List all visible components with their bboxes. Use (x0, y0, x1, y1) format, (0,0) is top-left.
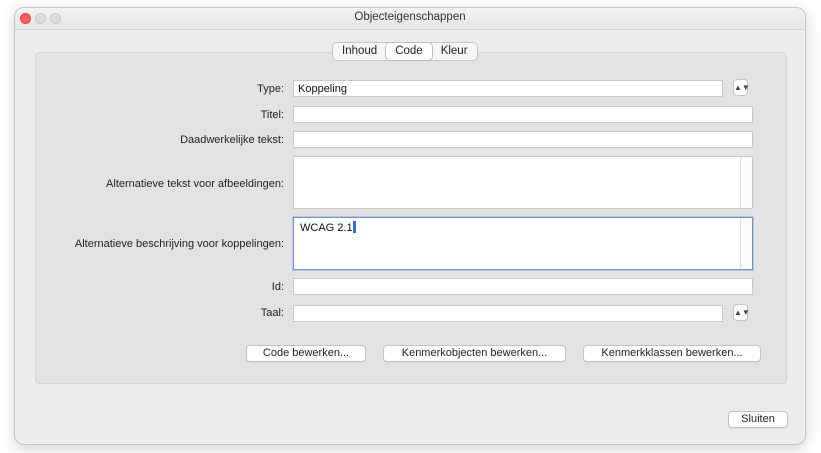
id-input[interactable] (293, 278, 753, 295)
alt-text-images-scrollbar[interactable] (740, 157, 752, 208)
type-select[interactable]: Koppeling (293, 80, 723, 97)
language-select[interactable] (293, 305, 723, 322)
actual-text-label: Daadwerkelijke tekst: (180, 134, 284, 146)
alt-desc-links-value: WCAG 2.1 (300, 222, 353, 234)
language-stepper-icon[interactable]: ▲▼ (733, 304, 750, 321)
alt-text-images-textarea[interactable] (293, 156, 753, 209)
id-label: Id: (271, 281, 284, 293)
close-button[interactable]: Sluiten (728, 411, 788, 428)
window-title: Objecteigenschappen (354, 11, 466, 23)
edit-code-button[interactable]: Code bewerken... (246, 345, 366, 362)
actual-text-input[interactable] (293, 131, 753, 148)
alt-desc-links-label: Alternatieve beschrijving voor koppeling… (74, 238, 284, 250)
alt-text-images-label: Alternatieve tekst voor afbeeldingen: (106, 178, 284, 190)
title-input[interactable] (293, 106, 753, 123)
properties-window: Objecteigenschappen Inhoud Code Kleur Ty… (14, 7, 806, 445)
tab-inhoud[interactable]: Inhoud (333, 43, 386, 60)
language-label: Taal: (260, 307, 284, 319)
edit-attribute-classes-button[interactable]: Kenmerkklassen bewerken... (583, 345, 761, 362)
tab-bar: Inhoud Code Kleur (332, 42, 478, 61)
type-label: Type: (257, 83, 284, 95)
alt-desc-links-scrollbar[interactable] (740, 218, 752, 269)
title-label: Titel: (260, 109, 284, 121)
title-bar: Objecteigenschappen (15, 8, 805, 30)
type-stepper-icon[interactable]: ▲▼ (733, 79, 750, 96)
edit-attribute-objects-button[interactable]: Kenmerkobjecten bewerken... (383, 345, 566, 362)
text-caret (352, 221, 356, 233)
tab-code[interactable]: Code (386, 43, 432, 60)
alt-desc-links-textarea[interactable]: WCAG 2.1 (293, 217, 753, 270)
tab-kleur[interactable]: Kleur (432, 43, 477, 60)
